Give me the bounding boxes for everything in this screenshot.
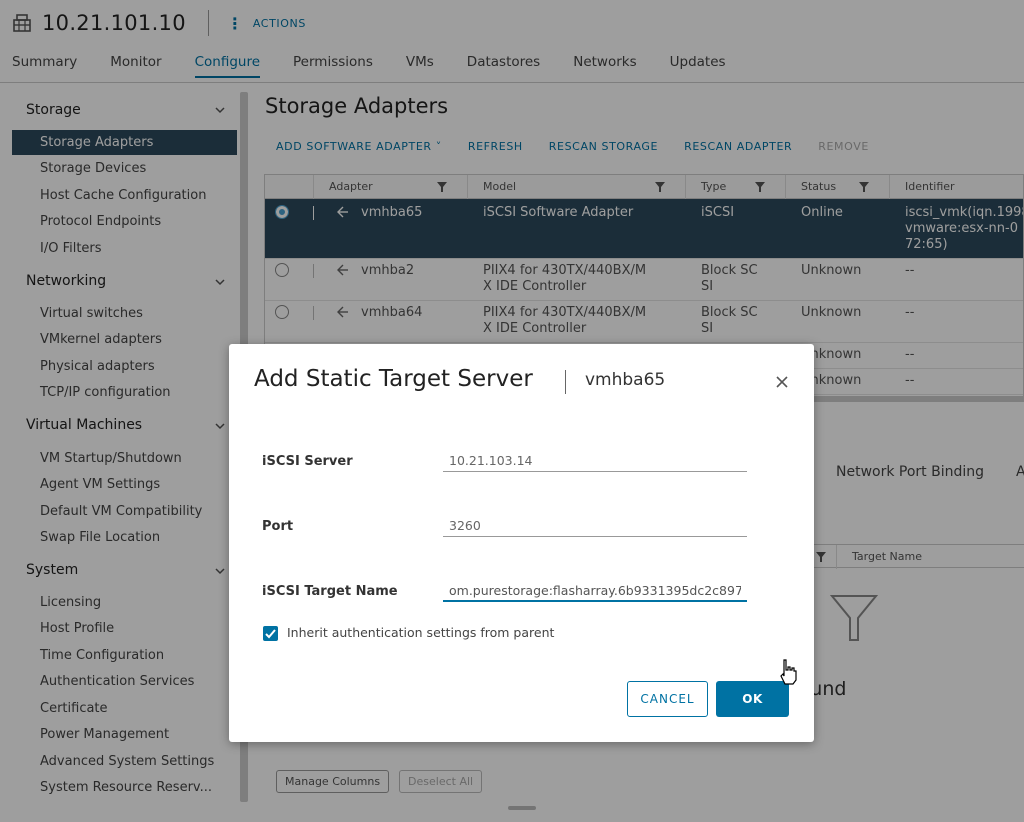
iscsi-server-label: iSCSI Server	[262, 454, 353, 469]
iscsi-target-name-label: iSCSI Target Name	[262, 584, 398, 599]
close-icon[interactable]	[774, 374, 790, 390]
iscsi-server-input[interactable]	[443, 450, 747, 472]
checkmark-icon	[265, 629, 276, 639]
port-input[interactable]	[443, 515, 747, 537]
port-label: Port	[262, 519, 294, 534]
inherit-auth-checkbox[interactable]	[263, 626, 278, 641]
iscsi-target-name-input[interactable]	[443, 580, 747, 602]
dialog-title: Add Static Target Server	[254, 366, 533, 392]
hand-cursor-icon	[780, 659, 797, 685]
title-separator	[565, 370, 566, 394]
dialog-subtitle: vmhba65	[585, 370, 666, 390]
cancel-button[interactable]: CANCEL	[627, 681, 708, 717]
ok-button[interactable]: OK	[716, 681, 789, 717]
add-static-target-dialog: Add Static Target Server vmhba65 iSCSI S…	[229, 344, 814, 742]
inherit-auth-label[interactable]: Inherit authentication settings from par…	[287, 625, 554, 640]
